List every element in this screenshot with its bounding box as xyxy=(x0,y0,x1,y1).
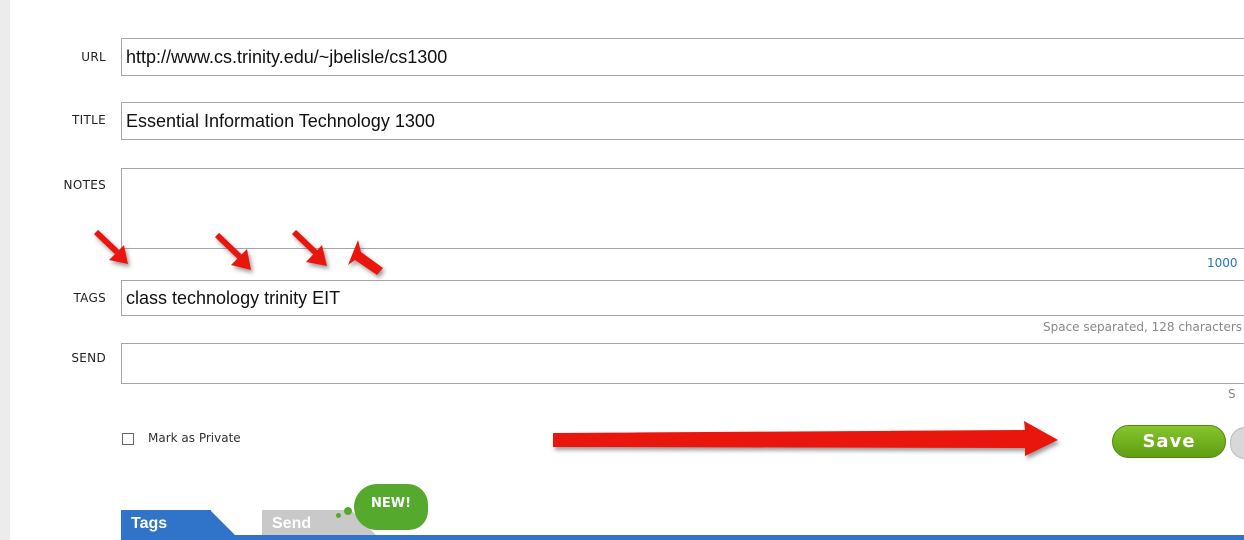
horizontal-arrow xyxy=(553,421,1058,456)
annotation-arrows xyxy=(93,229,1058,456)
diagonal-arrow-2 xyxy=(214,232,251,270)
diagonal-arrow-4 xyxy=(348,240,383,275)
diagonal-arrow-1 xyxy=(93,229,128,264)
diagonal-arrow-3 xyxy=(291,229,327,266)
